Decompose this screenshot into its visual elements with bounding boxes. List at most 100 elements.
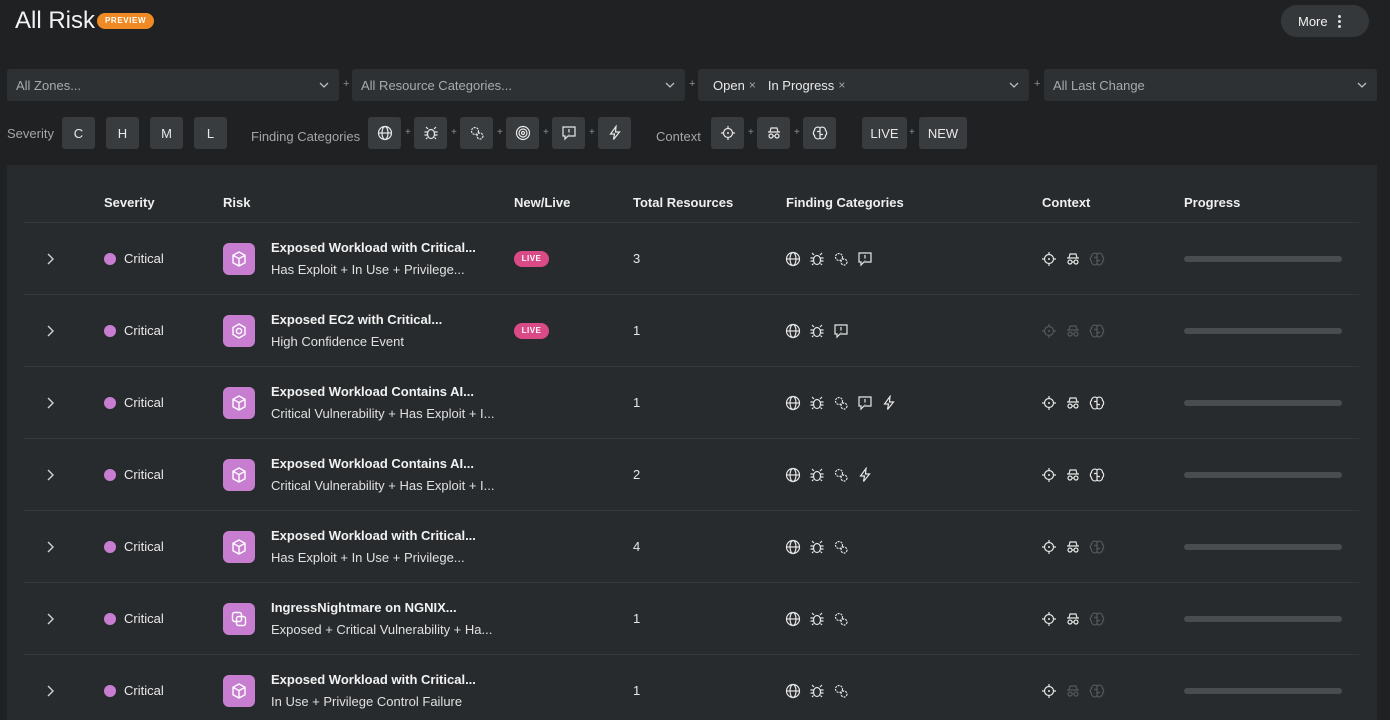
expand-chevron-icon[interactable] [45, 396, 55, 410]
plus-separator: + [497, 127, 503, 138]
risk-subtitle: Critical Vulnerability + Has Exploit + I… [271, 478, 495, 493]
risk-title[interactable]: Exposed EC2 with Critical... [271, 312, 442, 327]
expand-chevron-icon[interactable] [45, 252, 55, 266]
bug-icon [810, 324, 824, 338]
risk-table: Severity Risk New/Live Total Resources F… [7, 165, 1377, 720]
total-resources: 1 [633, 683, 641, 698]
expand-chevron-icon[interactable] [45, 684, 55, 698]
bug-filter-button[interactable] [414, 117, 447, 149]
severity-dot [104, 324, 116, 337]
severity-m-button[interactable]: M [150, 117, 183, 149]
risk-title[interactable]: IngressNightmare on NGNIX... [271, 600, 457, 615]
severity-dot [104, 468, 116, 481]
severity-dot [104, 396, 116, 409]
risk-subtitle: Has Exploit + In Use + Privilege... [271, 262, 465, 277]
incognito-icon [1067, 325, 1079, 337]
column-header-risk[interactable]: Risk [223, 195, 250, 210]
chip-label: Open [713, 77, 745, 93]
brain-icon [1089, 612, 1105, 626]
severity-c-button[interactable]: C [62, 117, 95, 149]
severity-cell: Critical [104, 611, 164, 626]
status-chip-in-progress[interactable]: In Progress × [768, 78, 846, 93]
severity-dot [104, 540, 116, 553]
severity-cell: Critical [104, 467, 164, 482]
context-cell [1041, 395, 1105, 411]
row-divider [24, 294, 1359, 295]
total-resources: 1 [633, 395, 641, 410]
new-filter-button[interactable]: NEW [919, 117, 967, 149]
severity-label: Critical [124, 395, 164, 410]
copy-icon [223, 603, 255, 635]
finding-categories-cell [785, 683, 849, 699]
expand-chevron-icon[interactable] [45, 468, 55, 482]
chevron-down-icon [1357, 82, 1367, 88]
incognito-filter-button[interactable] [757, 117, 790, 149]
risk-subtitle: Has Exploit + In Use + Privilege... [271, 550, 465, 565]
context-cell [1041, 467, 1105, 483]
globe-filter-button[interactable] [368, 117, 401, 149]
zones-filter[interactable]: All Zones... [7, 69, 339, 101]
lightning-icon [883, 395, 895, 410]
risk-title[interactable]: Exposed Workload Contains AI... [271, 384, 474, 399]
severity-label: Critical [124, 323, 164, 338]
severity-label: Critical [124, 539, 164, 554]
more-label: More [1298, 13, 1328, 29]
chat-alert-filter-button[interactable] [552, 117, 585, 149]
severity-l-button[interactable]: L [194, 117, 227, 149]
severity-dot [104, 252, 116, 265]
plus-separator: + [794, 127, 800, 138]
resource-categories-filter[interactable]: All Resource Categories... [352, 69, 685, 101]
risk-title[interactable]: Exposed Workload Contains AI... [271, 456, 474, 471]
more-button[interactable]: More [1281, 5, 1369, 37]
severity-label: Critical [124, 683, 164, 698]
brain-icon [1089, 540, 1105, 554]
severity-cell: Critical [104, 395, 164, 410]
finding-categories-cell [785, 467, 873, 483]
bug-icon [810, 612, 824, 626]
lightning-filter-button[interactable] [598, 117, 631, 149]
page-title: All Risk [15, 7, 96, 34]
severity-h-button[interactable]: H [106, 117, 139, 149]
expand-chevron-icon[interactable] [45, 540, 55, 554]
expand-chevron-icon[interactable] [45, 612, 55, 626]
close-icon[interactable]: × [838, 78, 845, 92]
row-divider [24, 654, 1359, 655]
risk-title[interactable]: Exposed Workload with Critical... [271, 672, 476, 687]
bug-icon [810, 468, 824, 482]
severity-label: Critical [124, 467, 164, 482]
live-badge: LIVE [514, 251, 549, 267]
fingerprint-filter-button[interactable] [506, 117, 539, 149]
risk-title[interactable]: Exposed Workload with Critical... [271, 528, 476, 543]
crosshair-icon [720, 126, 735, 140]
column-header-progress[interactable]: Progress [1184, 195, 1240, 210]
live-badge: LIVE [514, 323, 549, 339]
progress-bar [1184, 544, 1342, 550]
incognito-icon [1067, 541, 1079, 553]
risk-title[interactable]: Exposed Workload with Critical... [271, 240, 476, 255]
brain-icon [1089, 468, 1105, 482]
severity-label: Critical [124, 251, 164, 266]
globe-icon [785, 683, 801, 699]
chevron-down-icon [665, 82, 675, 88]
column-header-finding-categories[interactable]: Finding Categories [786, 195, 904, 210]
chat-alert-icon [858, 396, 872, 411]
severity-dot [104, 684, 116, 697]
crosshair-icon [1042, 396, 1056, 410]
gears-filter-button[interactable] [460, 117, 493, 149]
chat-alert-icon [834, 324, 848, 339]
column-header-new-live[interactable]: New/Live [514, 195, 570, 210]
column-header-context[interactable]: Context [1042, 195, 1090, 210]
status-chip-open[interactable]: Open × [713, 78, 756, 93]
live-filter-button[interactable]: LIVE [862, 117, 907, 149]
resource-categories-placeholder: All Resource Categories... [361, 77, 513, 93]
gears-icon [834, 612, 848, 626]
brain-filter-button[interactable] [803, 117, 836, 149]
close-icon[interactable]: × [749, 78, 756, 92]
brain-icon [1089, 324, 1105, 338]
column-header-severity[interactable]: Severity [104, 195, 155, 210]
expand-chevron-icon[interactable] [45, 324, 55, 338]
last-change-filter[interactable]: All Last Change [1044, 69, 1377, 101]
crosshair-filter-button[interactable] [711, 117, 744, 149]
status-filter[interactable]: Open × In Progress × [698, 69, 1029, 101]
column-header-total-resources[interactable]: Total Resources [633, 195, 733, 210]
